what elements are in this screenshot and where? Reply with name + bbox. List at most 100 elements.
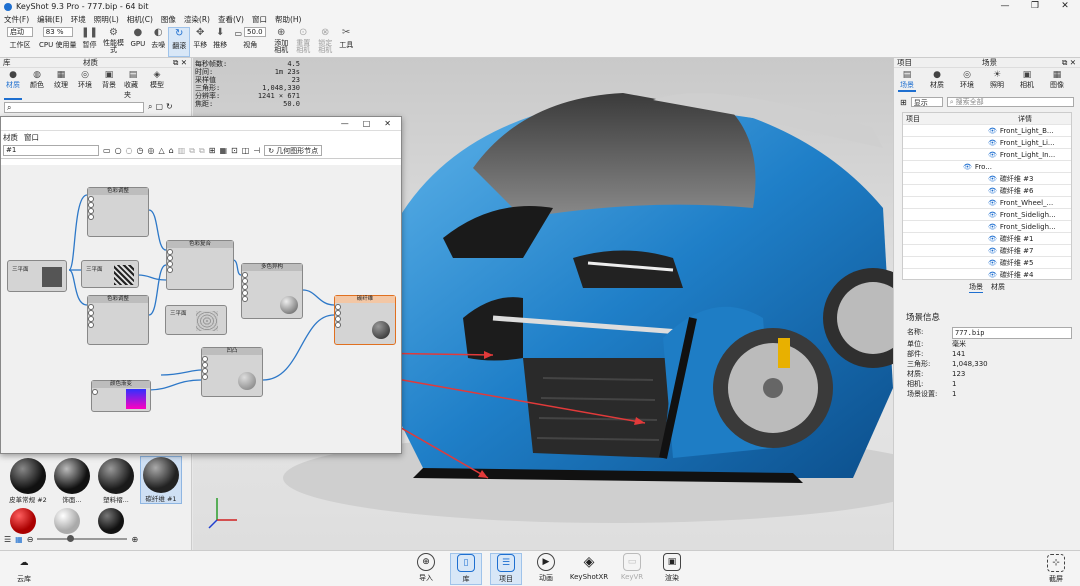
close-button[interactable]: ✕ [1050,0,1080,13]
keyvr-button[interactable]: ▭ KeyVR [616,553,648,585]
visibility-eye-icon[interactable]: 👁 [988,139,997,147]
thumbnail-item-selected[interactable]: 碳纤维 #1 [140,456,182,504]
subtab-material[interactable]: 材质 [991,282,1005,293]
tab-material[interactable]: ● 材质 [928,70,946,92]
menu-file[interactable]: 文件(F) [4,14,29,25]
tree-row[interactable]: 👁 碳纤维 #1 [903,233,1071,245]
visibility-eye-icon[interactable]: 👁 [988,127,997,135]
tab-favorites[interactable]: ▤ 收藏夹 [124,70,142,100]
workspace-select[interactable]: 启动 [7,27,33,37]
node-input[interactable] [88,213,148,220]
cpu-select[interactable]: 83 % [42,27,73,37]
pan-button[interactable]: ✥ 平移 [190,27,210,57]
material-minimize-button[interactable]: — [341,119,349,128]
zoom-icon[interactable]: ◫ [242,146,250,155]
menu-window[interactable]: 窗口 [252,14,267,25]
tab-environments[interactable]: ◎ 环境 [76,70,94,100]
tree-row[interactable]: 👁 Fro... [903,161,1071,173]
refresh-icon[interactable]: ↻ [166,102,173,112]
visibility-eye-icon[interactable]: 👁 [988,223,997,231]
denoise-button[interactable]: ◐ 去噪 [148,27,168,57]
node-triplanar-1[interactable]: 三平面 [7,260,67,292]
tree-row[interactable]: 👁 Front_Light_B... [903,125,1071,137]
grid-view-icon[interactable]: ▦ [15,535,23,544]
tab-lighting[interactable]: ☀ 照明 [988,70,1006,92]
menu-camera[interactable]: 相机(C) [127,14,153,25]
sphere2-icon[interactable]: ◌ [126,146,133,155]
screenshot-button[interactable]: ⊹ 截屏 [1040,554,1072,584]
tab-image[interactable]: ▦ 图像 [1048,70,1066,92]
thumbnail-item[interactable]: 皮革常规 #2 [8,458,48,504]
node-canvas[interactable]: 三平面 色彩调整 三平面 色彩调整 色彩复合 三平面 多色异构 碳纤维 凹凸 颜… [1,165,401,453]
menu-lighting[interactable]: 照明(L) [94,14,119,25]
menu-help[interactable]: 帮助(H) [275,14,302,25]
scene-search-input[interactable]: ⌕ 搜索全部 [946,97,1074,107]
sphere-icon[interactable]: ○ [115,146,122,155]
tab-scene[interactable]: ▤ 场景 [898,70,916,92]
fit-icon[interactable]: ⊡ [231,146,238,155]
project-button[interactable]: ☰ 项目 [490,553,522,585]
animation-button[interactable]: ▶ 动画 [530,553,562,585]
tree-row[interactable]: 👁 碳纤维 #7 [903,245,1071,257]
lock-icon[interactable]: ⌂ [169,146,174,155]
target-icon[interactable]: ◎ [148,146,155,155]
visibility-eye-icon[interactable]: 👁 [988,199,997,207]
folder-icon[interactable]: ▢ [155,102,163,112]
add-camera-button[interactable]: ⊕ 添加相机 [270,27,292,57]
node-color-adjust-2[interactable]: 色彩调整 [87,295,149,345]
save-icon[interactable]: ▭ [103,146,111,155]
node-carbon-fiber-output[interactable]: 碳纤维 [334,295,396,345]
visibility-eye-icon[interactable]: 👁 [988,211,997,219]
tab-materials[interactable]: ● 材质 [4,70,22,100]
tree-row[interactable]: 👁 Front_Light_Li... [903,137,1071,149]
node-color-composite[interactable]: 色彩复合 [166,240,234,290]
node-multi-color[interactable]: 多色异构 [241,263,303,319]
node-input[interactable] [167,266,233,273]
gpu-button[interactable]: ● GPU [127,27,148,57]
cloud-library-button[interactable]: ☁ 云库 [8,554,40,584]
reset-camera-button[interactable]: ⊙ 重置相机 [292,27,314,57]
tab-colors[interactable]: ◍ 颜色 [28,70,46,100]
menu-view[interactable]: 查看(V) [218,14,244,25]
material-close-button[interactable]: ✕ [384,119,391,128]
visibility-eye-icon[interactable]: 👁 [988,259,997,267]
library-search-input[interactable]: ⌕ [4,102,144,113]
tab-backplates[interactable]: ▣ 背景 [100,70,118,100]
keyshotxr-button[interactable]: ◈ KeyShotXR [570,553,608,585]
node-input[interactable] [88,321,148,328]
menu-window[interactable]: 窗口 [24,132,39,143]
zoom-out-icon[interactable]: ⊖ [27,535,34,544]
tumble-button[interactable]: ↻ 翻滚 [168,27,191,57]
node-triplanar-3[interactable]: 三平面 [165,305,227,335]
maximize-button[interactable]: ❐ [1020,0,1050,13]
render-button[interactable]: ▣ 渲染 [656,553,688,585]
clock-icon[interactable]: ◷ [137,146,144,155]
node-triplanar-2[interactable]: 三平面 [81,260,139,288]
tree-row[interactable]: 👁 碳纤维 #6 [903,185,1071,197]
material-thumbnail[interactable] [10,508,36,534]
warning-icon[interactable]: △ [159,146,165,155]
performance-mode-button[interactable]: ⚙ 性能模式 [99,27,127,57]
grid-icon[interactable]: ⊞ [209,146,216,155]
fov-input[interactable]: 50.0 [244,27,267,37]
material-maximize-button[interactable]: □ [363,119,371,128]
tab-textures[interactable]: ▦ 纹理 [52,70,70,100]
subtab-scene[interactable]: 场景 [969,282,983,293]
material-thumbnail[interactable] [54,508,80,534]
undock-icon[interactable]: ⧉ ✕ [173,58,187,68]
tree-row[interactable]: 👁 Front_Sideligh... [903,209,1071,221]
tree-row[interactable]: 👁 Front_Wheel_... [903,197,1071,209]
tree-row[interactable]: 👁 碳纤维 #5 [903,257,1071,269]
layout-icon[interactable]: ▦ [219,146,227,155]
menu-image[interactable]: 图像 [161,14,176,25]
menu-material[interactable]: 材质 [3,132,18,143]
visibility-eye-icon[interactable]: 👁 [988,247,997,255]
dolly-button[interactable]: ⬇ 推移 [210,27,230,57]
copy-icon[interactable]: ⧉ [189,146,195,156]
material-thumbnail[interactable] [98,508,124,534]
visibility-eye-icon[interactable]: 👁 [988,187,997,195]
node-color-adjust-1[interactable]: 色彩调整 [87,187,149,237]
tab-models[interactable]: ◈ 模型 [148,70,166,100]
tab-camera[interactable]: ▣ 相机 [1018,70,1036,92]
connect-icon[interactable]: ⊣ [253,146,260,155]
